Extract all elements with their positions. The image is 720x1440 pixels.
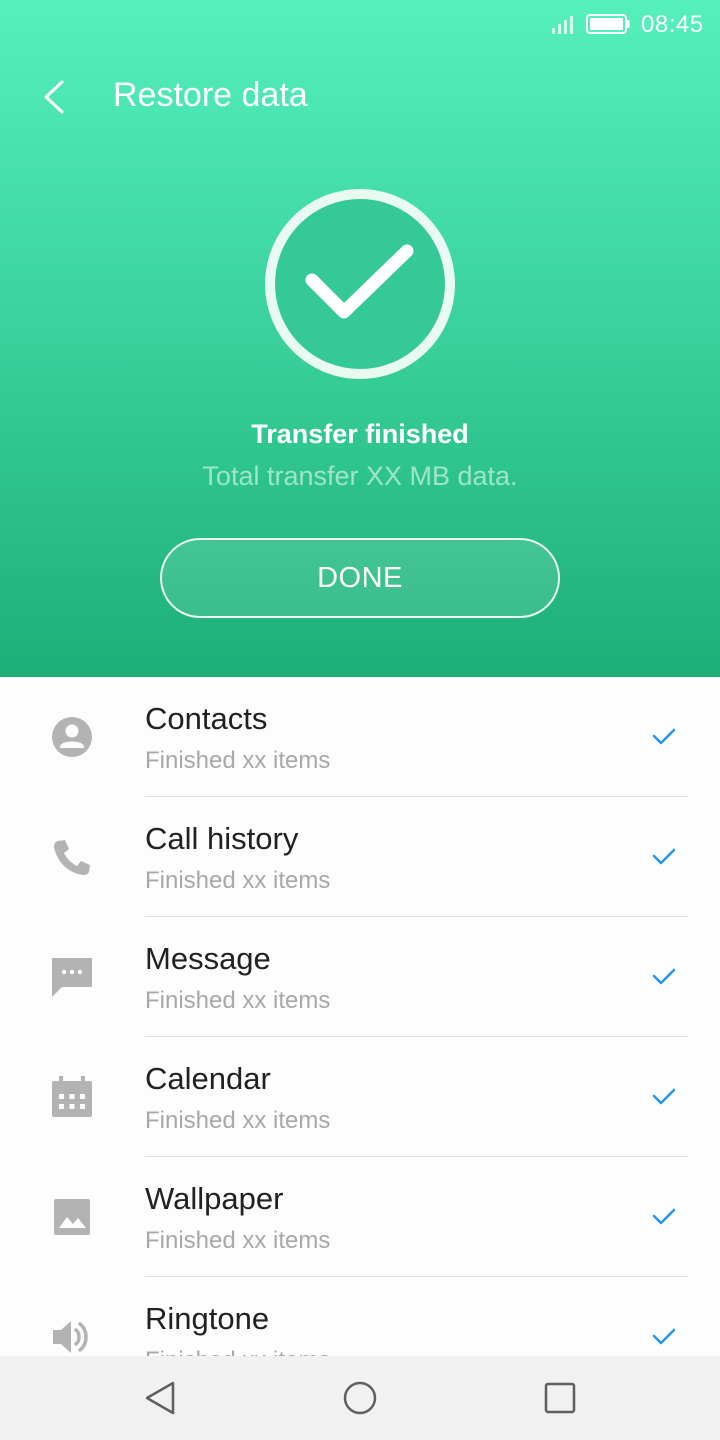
- transfer-status-subtitle: Total transfer XX MB data.: [202, 461, 518, 491]
- transfer-status-title: Transfer finished: [251, 419, 469, 449]
- item-subtitle: Finished xx items: [145, 1347, 330, 1356]
- message-icon: [52, 958, 92, 997]
- page-title: Restore data: [113, 76, 308, 114]
- list-item-wallpaper[interactable]: Wallpaper Finished xx items: [0, 1157, 720, 1277]
- navigation-bar: [0, 1356, 720, 1440]
- item-subtitle: Finished xx items: [145, 867, 331, 894]
- battery-icon: [586, 14, 630, 34]
- status-bar: 08:45: [0, 0, 720, 50]
- contact-icon: [52, 717, 92, 757]
- item-subtitle: Finished xx items: [145, 747, 331, 774]
- item-title: Calendar: [145, 1061, 271, 1096]
- volume-icon: [53, 1321, 88, 1353]
- list-item-call-history[interactable]: Call history Finished xx items: [0, 797, 720, 917]
- item-title: Contacts: [145, 701, 268, 736]
- checkmark-icon: [652, 728, 676, 745]
- restored-items-list: Contacts Finished xx items Call history …: [0, 677, 720, 1356]
- checkmark-icon: [652, 1208, 676, 1225]
- list-item-contacts[interactable]: Contacts Finished xx items: [0, 677, 720, 797]
- list-item-message[interactable]: Message Finished xx items: [0, 917, 720, 1037]
- nav-recents-icon[interactable]: [540, 1378, 580, 1418]
- image-icon: [54, 1199, 90, 1235]
- calendar-icon: [52, 1076, 92, 1117]
- item-subtitle: Finished xx items: [145, 1107, 331, 1134]
- nav-back-icon[interactable]: [140, 1378, 180, 1418]
- back-button[interactable]: [30, 72, 80, 122]
- header-banner: 08:45 Restore data Transfer finished Tot…: [0, 0, 720, 677]
- item-title: Call history: [145, 821, 299, 856]
- done-button[interactable]: DONE: [160, 538, 560, 618]
- list-item-ringtone[interactable]: Ringtone Finished xx items: [0, 1277, 720, 1356]
- checkmark-icon: [652, 968, 676, 985]
- item-subtitle: Finished xx items: [145, 987, 331, 1014]
- checkmark-icon: [652, 848, 676, 865]
- phone-icon: [54, 840, 90, 875]
- chevron-left-icon: [44, 80, 64, 114]
- check-circle-icon: [265, 189, 455, 379]
- checkmark-icon: [652, 1328, 676, 1345]
- item-subtitle: Finished xx items: [145, 1227, 331, 1254]
- item-title: Message: [145, 941, 271, 976]
- list-item-calendar[interactable]: Calendar Finished xx items: [0, 1037, 720, 1157]
- signal-icon: [552, 16, 573, 34]
- checkmark-icon: [652, 1088, 676, 1105]
- status-time: 08:45: [641, 11, 704, 38]
- nav-home-icon[interactable]: [340, 1378, 380, 1418]
- item-title: Ringtone: [145, 1301, 270, 1336]
- item-title: Wallpaper: [145, 1181, 284, 1216]
